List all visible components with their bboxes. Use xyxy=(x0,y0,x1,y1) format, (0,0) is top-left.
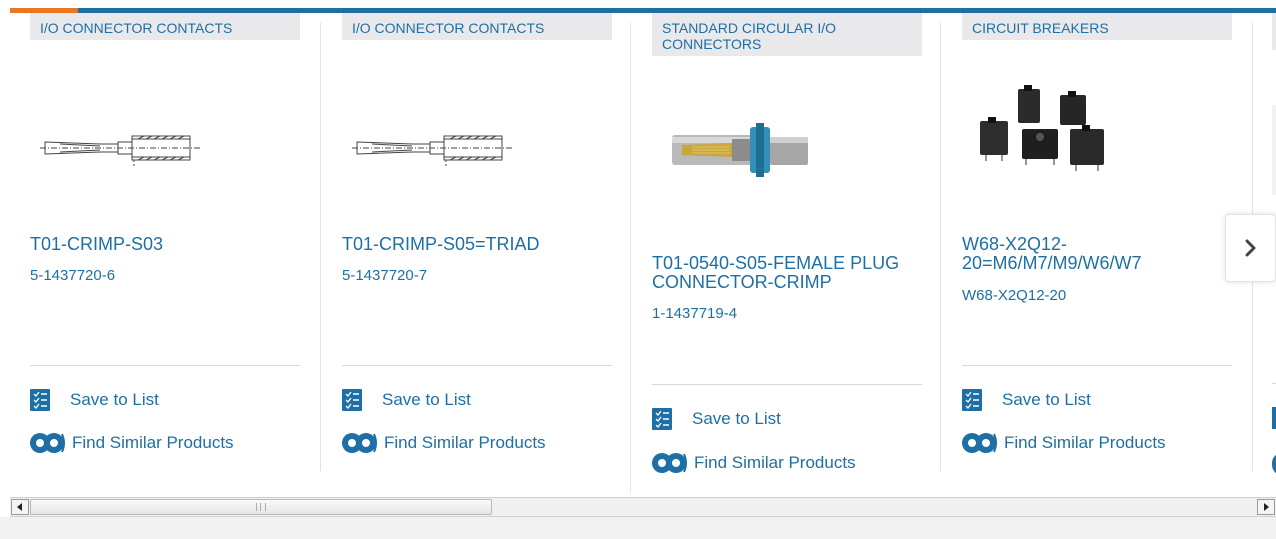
crimp-contact-image[interactable] xyxy=(40,113,200,183)
find-similar-button[interactable]: Find Similar Products xyxy=(342,430,546,456)
checklist-icon xyxy=(962,389,982,411)
binoculars-icon xyxy=(652,453,687,473)
find-similar-button[interactable]: Find Similar Products xyxy=(30,430,234,456)
product-card: CIRCUIT BREAKERS W68-X2Q12-20=M6/M7/M9/W… xyxy=(962,13,1252,488)
product-carousel: I/O CONNECTOR CONTACTS T01-CRIMP-S03 5-1… xyxy=(10,13,1276,495)
product-card: I/O CONNECTOR CONTACTS T01-CRIMP-S03 5-1… xyxy=(30,13,320,488)
arrow-left-icon xyxy=(17,503,22,511)
part-number-link[interactable]: 5-1437720-7 xyxy=(342,267,427,284)
save-to-list-label: Save to List xyxy=(382,390,471,409)
part-number-link[interactable]: 1-1437719-4 xyxy=(652,305,737,322)
page-footer-strip xyxy=(0,517,1276,539)
find-similar-label: Find Similar Products xyxy=(72,433,234,452)
category-tag[interactable]: I/O CONNECTOR CONTACTS xyxy=(30,13,300,40)
card-divider xyxy=(940,23,941,471)
checklist-icon xyxy=(652,408,672,430)
partial-separator xyxy=(1272,383,1276,384)
save-to-list-label: Save to List xyxy=(692,409,781,428)
circuit-breakers-image[interactable] xyxy=(978,85,1113,175)
category-tag[interactable]: CIRCUIT BREAKERS xyxy=(962,13,1232,40)
checklist-icon xyxy=(342,389,362,411)
save-to-list-label: Save to List xyxy=(70,390,159,409)
save-to-list-button[interactable]: Save to List xyxy=(652,406,781,432)
binoculars-icon xyxy=(962,433,997,453)
chevron-right-icon xyxy=(1245,239,1255,257)
product-name-link[interactable]: W68-X2Q12-20=M6/M7/M9/W6/W7 xyxy=(962,235,1232,273)
save-to-list-button[interactable]: Save to List xyxy=(30,387,159,413)
checklist-icon xyxy=(30,389,50,411)
circular-connector-image[interactable] xyxy=(672,123,812,178)
save-to-list-button[interactable]: Save to List xyxy=(962,387,1091,413)
card-separator xyxy=(30,365,300,366)
binoculars-icon xyxy=(30,433,65,453)
part-number-link[interactable]: W68-X2Q12-20 xyxy=(962,287,1066,304)
card-divider xyxy=(320,23,321,471)
arrow-right-icon xyxy=(1264,503,1269,511)
find-similar-label: Find Similar Products xyxy=(384,433,546,452)
find-similar-button[interactable]: Find Similar Products xyxy=(652,450,856,476)
find-similar-button[interactable]: Find Similar Products xyxy=(962,430,1166,456)
part-number-link[interactable]: 5-1437720-6 xyxy=(30,267,115,284)
horizontal-scrollbar[interactable] xyxy=(10,497,1276,517)
category-tag[interactable]: STANDARD CIRCULAR I/O CONNECTORS xyxy=(652,13,922,56)
partial-checklist-icon xyxy=(1272,407,1276,429)
card-separator xyxy=(342,365,612,366)
card-divider xyxy=(630,23,631,493)
partial-product-image xyxy=(1272,105,1276,195)
product-card: STANDARD CIRCULAR I/O CONNECTORS T01-054… xyxy=(652,13,942,495)
crimp-contact-image[interactable] xyxy=(352,113,512,183)
card-separator xyxy=(962,365,1232,366)
find-similar-label: Find Similar Products xyxy=(694,453,856,472)
save-to-list-label: Save to List xyxy=(1002,390,1091,409)
product-name-link[interactable]: T01-0540-S05-FEMALE PLUG CONNECTOR-CRIMP xyxy=(652,254,922,292)
scrollbar-thumb[interactable] xyxy=(30,499,492,515)
product-card: I/O CONNECTOR CONTACTS T01-CRIMP-S05=TRI… xyxy=(342,13,632,488)
product-name-link[interactable]: T01-CRIMP-S05=TRIAD xyxy=(342,235,612,254)
save-to-list-button[interactable]: Save to List xyxy=(342,387,471,413)
carousel-next-button[interactable] xyxy=(1225,214,1276,282)
grip-icon xyxy=(256,503,266,511)
card-separator xyxy=(652,384,922,385)
binoculars-icon xyxy=(342,433,377,453)
scroll-right-button[interactable] xyxy=(1257,499,1275,515)
partial-category-tag xyxy=(1272,13,1276,50)
scroll-left-button[interactable] xyxy=(11,499,29,515)
category-tag[interactable]: I/O CONNECTOR CONTACTS xyxy=(342,13,612,40)
find-similar-label: Find Similar Products xyxy=(1004,433,1166,452)
partial-binoculars-icon xyxy=(1272,453,1276,475)
product-name-link[interactable]: T01-CRIMP-S03 xyxy=(30,235,300,254)
